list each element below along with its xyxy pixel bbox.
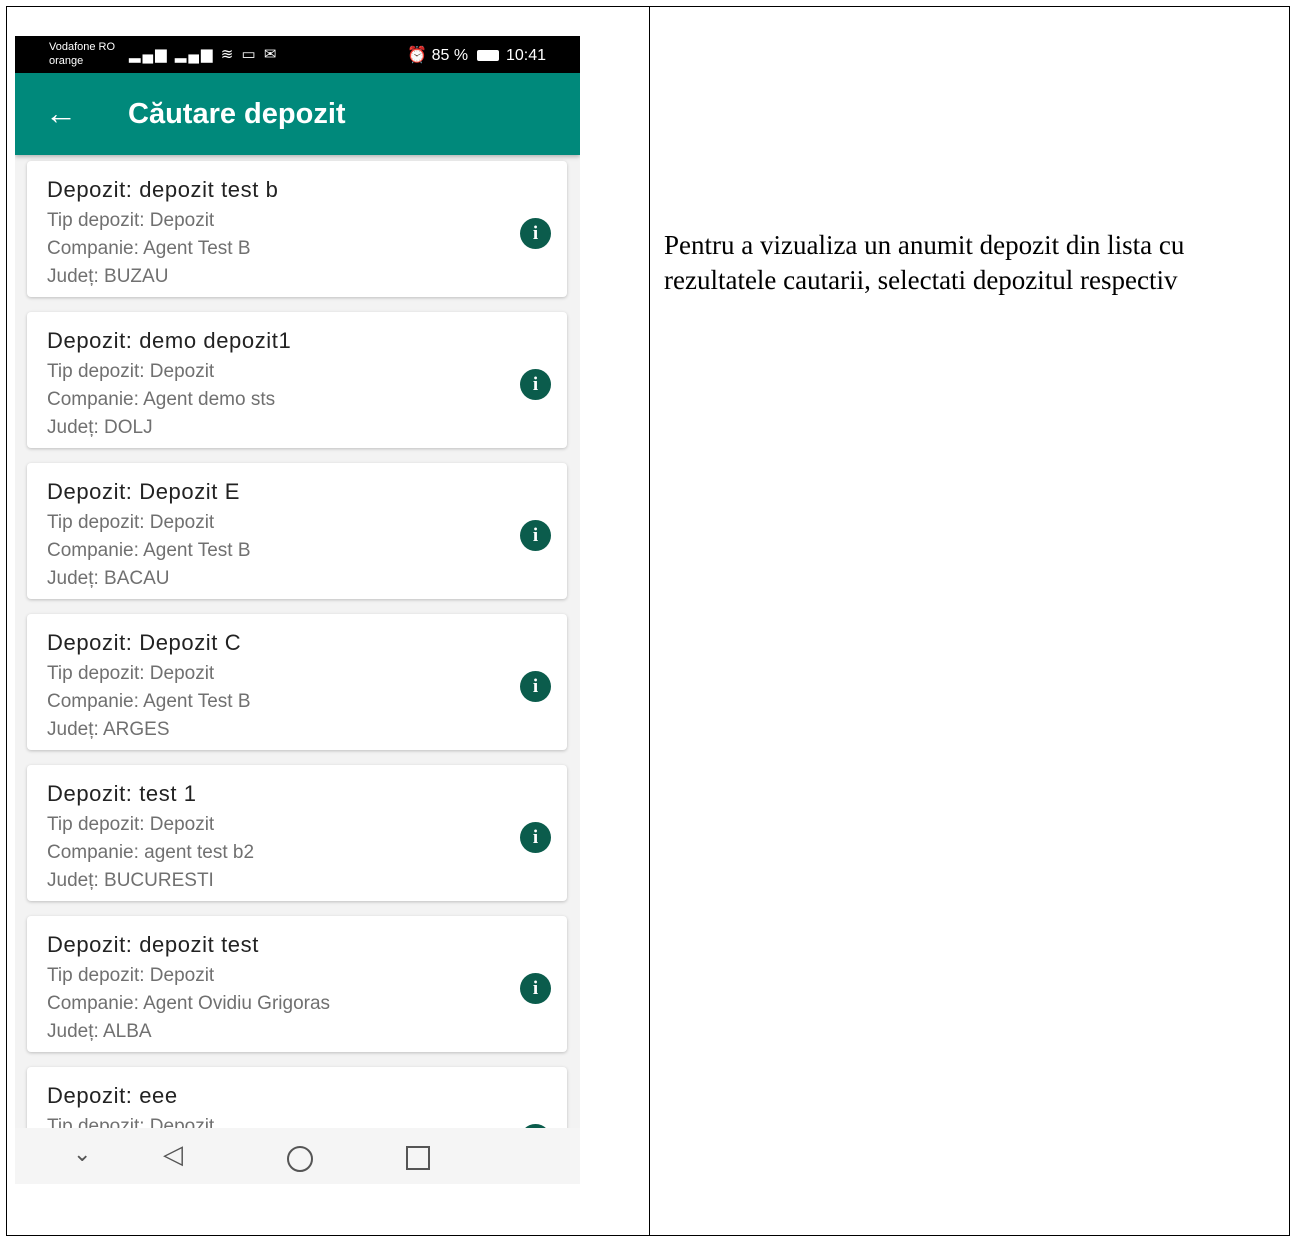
- depot-name: Depozit: Depozit E: [47, 479, 240, 504]
- depot-county: Județ: ALBA: [47, 1021, 152, 1042]
- wifi-icon: ≋: [220, 46, 236, 63]
- battery-level: 85 %: [431, 47, 469, 64]
- info-icon[interactable]: i: [520, 218, 551, 249]
- info-icon[interactable]: i: [520, 671, 551, 702]
- depot-company: Companie: Agent Test B: [47, 540, 251, 561]
- list-item[interactable]: Depozit: demo depozit1 Tip depozit: Depo…: [27, 312, 567, 448]
- depot-county: Județ: BUZAU: [47, 266, 169, 287]
- depot-name: Depozit: eee: [47, 1083, 178, 1108]
- info-icon[interactable]: i: [520, 369, 551, 400]
- carrier-info: Vodafone RO orange: [49, 40, 115, 68]
- depot-county: Județ: DOLJ: [47, 417, 153, 438]
- signal-icons: ▂▄▆ ▂▄▆ ≋ ▭ ✉: [129, 45, 278, 63]
- list-item[interactable]: Depozit: Depozit E Tip depozit: Depozit …: [27, 463, 567, 599]
- list-item[interactable]: Depozit: Depozit C Tip depozit: Depozit …: [27, 614, 567, 750]
- depot-type: Tip depozit: Depozit: [47, 965, 215, 986]
- depot-name: Depozit: depozit test: [47, 932, 259, 957]
- android-nav-bar: ⌄ ◁: [15, 1128, 580, 1184]
- depot-company: Companie: Agent Test B: [47, 691, 251, 712]
- depot-name: Depozit: demo depozit1: [47, 328, 292, 353]
- depot-company: Companie: Agent Ovidiu Grigoras: [47, 993, 331, 1014]
- clock: 10:41: [505, 47, 546, 64]
- phone-screenshot: Vodafone RO orange ▂▄▆ ▂▄▆ ≋ ▭ ✉ ⏰ 85 % …: [15, 36, 580, 1184]
- hide-nav-icon[interactable]: ⌄: [73, 1136, 91, 1172]
- list-item[interactable]: Depozit: depozit test b Tip depozit: Dep…: [27, 161, 567, 297]
- list-item[interactable]: Depozit: depozit test Tip depozit: Depoz…: [27, 916, 567, 1052]
- depot-county: Județ: BUCURESTI: [47, 870, 214, 891]
- status-right: ⏰ 85 % 10:41: [407, 45, 546, 65]
- depot-type: Tip depozit: Depozit: [47, 814, 215, 835]
- instruction-text: Pentru a vizualiza un anumit depozit din…: [664, 230, 1185, 295]
- mail-icon: ✉: [263, 46, 279, 63]
- carrier-2: orange: [49, 55, 84, 67]
- nav-back-icon[interactable]: ◁: [163, 1136, 183, 1172]
- depot-type: Tip depozit: Depozit: [47, 512, 215, 533]
- depot-name: Depozit: depozit test b: [47, 177, 279, 202]
- app-bar: ← Căutare depozit: [15, 73, 580, 155]
- depot-name: Depozit: test 1: [47, 781, 197, 806]
- status-bar: Vodafone RO orange ▂▄▆ ▂▄▆ ≋ ▭ ✉ ⏰ 85 % …: [15, 36, 580, 73]
- depot-county: Județ: ARGES: [47, 719, 170, 740]
- table-cell-divider: [649, 7, 650, 1235]
- depot-company: Companie: agent test b2: [47, 842, 255, 863]
- info-icon[interactable]: i: [520, 973, 551, 1004]
- depot-name: Depozit: Depozit C: [47, 630, 242, 655]
- depot-company: Companie: Agent Test B: [47, 238, 251, 259]
- carrier-1: Vodafone RO: [49, 41, 116, 53]
- depot-type: Tip depozit: Depozit: [47, 361, 215, 382]
- signal-icon: ▂▄▆: [129, 46, 169, 63]
- info-icon[interactable]: i: [520, 520, 551, 551]
- nav-recents-icon[interactable]: [406, 1146, 430, 1170]
- battery-icon: [476, 50, 499, 61]
- alarm-icon: ⏰: [407, 47, 428, 64]
- back-arrow-icon[interactable]: ←: [45, 95, 77, 131]
- signal-icon-2: ▂▄▆: [174, 46, 215, 63]
- depot-type: Tip depozit: Depozit: [47, 663, 215, 684]
- list-item[interactable]: Depozit: test 1 Tip depozit: Depozit Com…: [27, 765, 567, 901]
- depot-county: Județ: BACAU: [47, 568, 170, 589]
- depot-type: Tip depozit: Depozit: [47, 210, 215, 231]
- info-icon[interactable]: i: [520, 822, 551, 853]
- page-title: Căutare depozit: [128, 98, 346, 130]
- depot-company: Companie: Agent demo sts: [47, 389, 276, 410]
- depot-list: Depozit: depozit test b Tip depozit: Dep…: [27, 161, 567, 1184]
- nav-home-icon[interactable]: [287, 1146, 313, 1172]
- laptop-icon: ▭: [241, 46, 258, 63]
